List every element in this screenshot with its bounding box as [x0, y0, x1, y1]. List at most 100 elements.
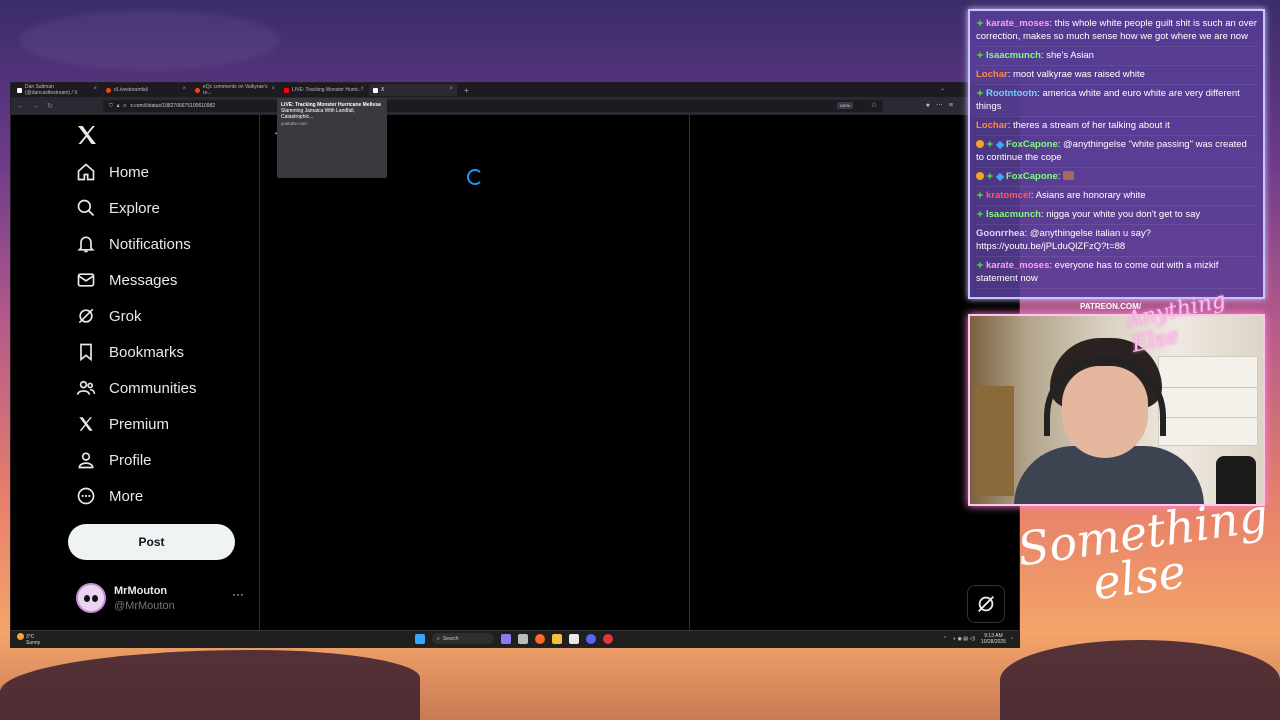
permissions-icon[interactable]: ≡: [123, 103, 126, 109]
tab-dan-saltman[interactable]: Dan Saltman (@dancastlestream) / X ×: [13, 84, 101, 96]
nav-premium[interactable]: Premium: [75, 406, 169, 442]
tab-youtube-live[interactable]: LIVE: Tracking Monster Hurric... ×: [280, 84, 368, 96]
nav-home[interactable]: Home: [75, 154, 149, 190]
task-view-icon[interactable]: [518, 633, 528, 644]
url-text[interactable]: x.com/i/status/1982766675100610982: [130, 103, 215, 109]
bookmark-star-icon[interactable]: ☆: [871, 101, 877, 109]
chat-message: karate_moses: everyone has to come out w…: [976, 257, 1257, 289]
x-logo-icon[interactable]: [75, 123, 99, 147]
app-icon[interactable]: [569, 633, 579, 644]
gem-badge-icon: [995, 140, 1005, 150]
chat-username[interactable]: FoxCapone: [1006, 171, 1058, 182]
close-icon[interactable]: ×: [93, 86, 97, 92]
grok-icon: [75, 305, 97, 327]
chat-badge-icon: [986, 172, 994, 180]
close-icon[interactable]: ×: [182, 86, 186, 92]
new-tab-button[interactable]: +: [464, 86, 469, 95]
loading-spinner: [467, 169, 483, 185]
tab-livestreamfail[interactable]: r/Livestreamfail ×: [102, 84, 190, 96]
chat-badge-icon: [976, 191, 984, 199]
chat-username[interactable]: Isaacmunch: [986, 50, 1041, 61]
background-palm: [1000, 640, 1280, 720]
firefox-icon[interactable]: [535, 633, 545, 644]
chevron-up-icon[interactable]: ⌃: [943, 636, 947, 642]
nav-explore[interactable]: Explore: [75, 190, 160, 226]
chat-username[interactable]: karate_moses: [986, 260, 1049, 271]
windows-start-icon[interactable]: [415, 633, 425, 644]
lock-icon[interactable]: 🔒︎: [117, 103, 120, 109]
clock-date: 10/28/2025: [980, 639, 1006, 645]
back-arrow-icon[interactable]: ←: [17, 103, 24, 110]
chat-username[interactable]: Rootntootn: [986, 88, 1037, 99]
clock[interactable]: 9:13 AM 10/28/2025: [981, 633, 1006, 645]
chat-username[interactable]: kratomcel: [986, 190, 1031, 201]
notification-icon[interactable]: ◔: [1010, 636, 1013, 642]
chat-username[interactable]: FoxCapone: [1006, 139, 1058, 150]
tab-list-chevron-icon[interactable]: ⌄: [940, 85, 945, 92]
nav-communities[interactable]: Communities: [75, 370, 197, 406]
nav-label: Premium: [109, 415, 170, 433]
post-button[interactable]: Post: [68, 524, 235, 560]
account-switcher[interactable]: MrMouton @MrMouton ···: [76, 581, 251, 621]
shield-icon[interactable]: ⛉: [109, 103, 113, 109]
preview-subtitle: Slamming Jamaica With Landfall, Catastro…: [281, 108, 355, 120]
tab-label: eQc comments on Valkyrae's re...: [203, 84, 268, 96]
nav-bookmarks[interactable]: Bookmarks: [75, 334, 184, 370]
sun-icon: [17, 633, 24, 640]
discord-icon[interactable]: [586, 633, 596, 644]
chat-username[interactable]: Lochar: [976, 120, 1008, 131]
chat-text: theres a stream of her talking about it: [1012, 120, 1170, 131]
reload-icon[interactable]: ↻: [47, 102, 53, 110]
copilot-icon[interactable]: [501, 633, 511, 644]
tab-label: r/Livestreamfail: [114, 87, 148, 93]
bookmark-icon: [75, 341, 97, 363]
stream-chat: karate_moses: this whole white people gu…: [968, 9, 1265, 299]
close-icon[interactable]: ×: [271, 86, 275, 92]
x-favicon-icon: [17, 87, 22, 93]
tab-eqc-comments[interactable]: eQc comments on Valkyrae's re... ×: [191, 84, 279, 96]
nav-profile[interactable]: Profile: [75, 442, 152, 478]
address-bar[interactable]: ⛉ 🔒︎ ≡ x.com/i/status/198276667510061098…: [103, 100, 883, 112]
zoom-level-badge[interactable]: 160%: [836, 102, 853, 109]
chat-badge-icon: [976, 51, 984, 59]
webcam-overlay: PATREON.COM/ Anything Else: [968, 288, 1265, 506]
nav-label: Explore: [109, 199, 160, 217]
nav-messages[interactable]: Messages: [75, 262, 177, 298]
navigation-bar: ← → ↻ ⛉ 🔒︎ ≡ x.com/i/status/198276667510…: [11, 97, 1019, 115]
column-divider: [689, 115, 690, 632]
file-explorer-icon[interactable]: [552, 633, 562, 644]
background-cloud: [20, 10, 280, 70]
chat-username[interactable]: Isaacmunch: [986, 209, 1041, 220]
chat-message: kratomcel: Asians are honorary white: [976, 187, 1257, 206]
mail-icon: [75, 269, 97, 291]
nav-grok[interactable]: Grok: [75, 298, 142, 334]
weather-widget[interactable]: 3°C Sunny: [17, 633, 40, 646]
chat-message: Isaacmunch: she's Asian: [976, 47, 1257, 66]
chat-username[interactable]: Lochar: [976, 69, 1008, 80]
toolbar-extensions[interactable]: ●⋯≡: [926, 101, 959, 109]
tray-icons[interactable]: ◐ ◉ ▤ ◁): [953, 636, 975, 642]
tab-x-active[interactable]: X ×: [369, 84, 457, 96]
chat-badge-icon: [986, 140, 994, 148]
grok-floating-button[interactable]: [967, 585, 1005, 623]
obs-icon[interactable]: [603, 633, 613, 644]
close-icon[interactable]: ×: [360, 86, 364, 92]
x-favicon-icon: [373, 87, 378, 93]
bell-icon: [75, 233, 97, 255]
chat-message: Isaacmunch: nigga your white you don't g…: [976, 206, 1257, 225]
close-icon[interactable]: ×: [449, 86, 453, 92]
chat-username[interactable]: karate_moses: [986, 18, 1049, 29]
webcam-feed: [968, 314, 1265, 506]
background-palm: [0, 650, 420, 720]
taskbar-search[interactable]: ⌕ Search: [432, 633, 494, 644]
person-icon: [75, 449, 97, 471]
forward-arrow-icon[interactable]: →: [32, 103, 39, 110]
more-dots-icon[interactable]: ···: [232, 587, 244, 601]
system-tray[interactable]: ⌃ ◐ ◉ ▤ ◁) 9:13 AM 10/28/2025 ◔: [943, 633, 1013, 645]
x-icon: [75, 413, 97, 435]
nav-more[interactable]: More: [75, 478, 143, 514]
tab-bar: Dan Saltman (@dancastlestream) / X × r/L…: [11, 83, 1019, 97]
nav-notifications[interactable]: Notifications: [75, 226, 191, 262]
chat-username[interactable]: Goonrrhea: [976, 228, 1025, 239]
chat-message: Lochar: moot valkyrae was raised white: [976, 66, 1257, 85]
